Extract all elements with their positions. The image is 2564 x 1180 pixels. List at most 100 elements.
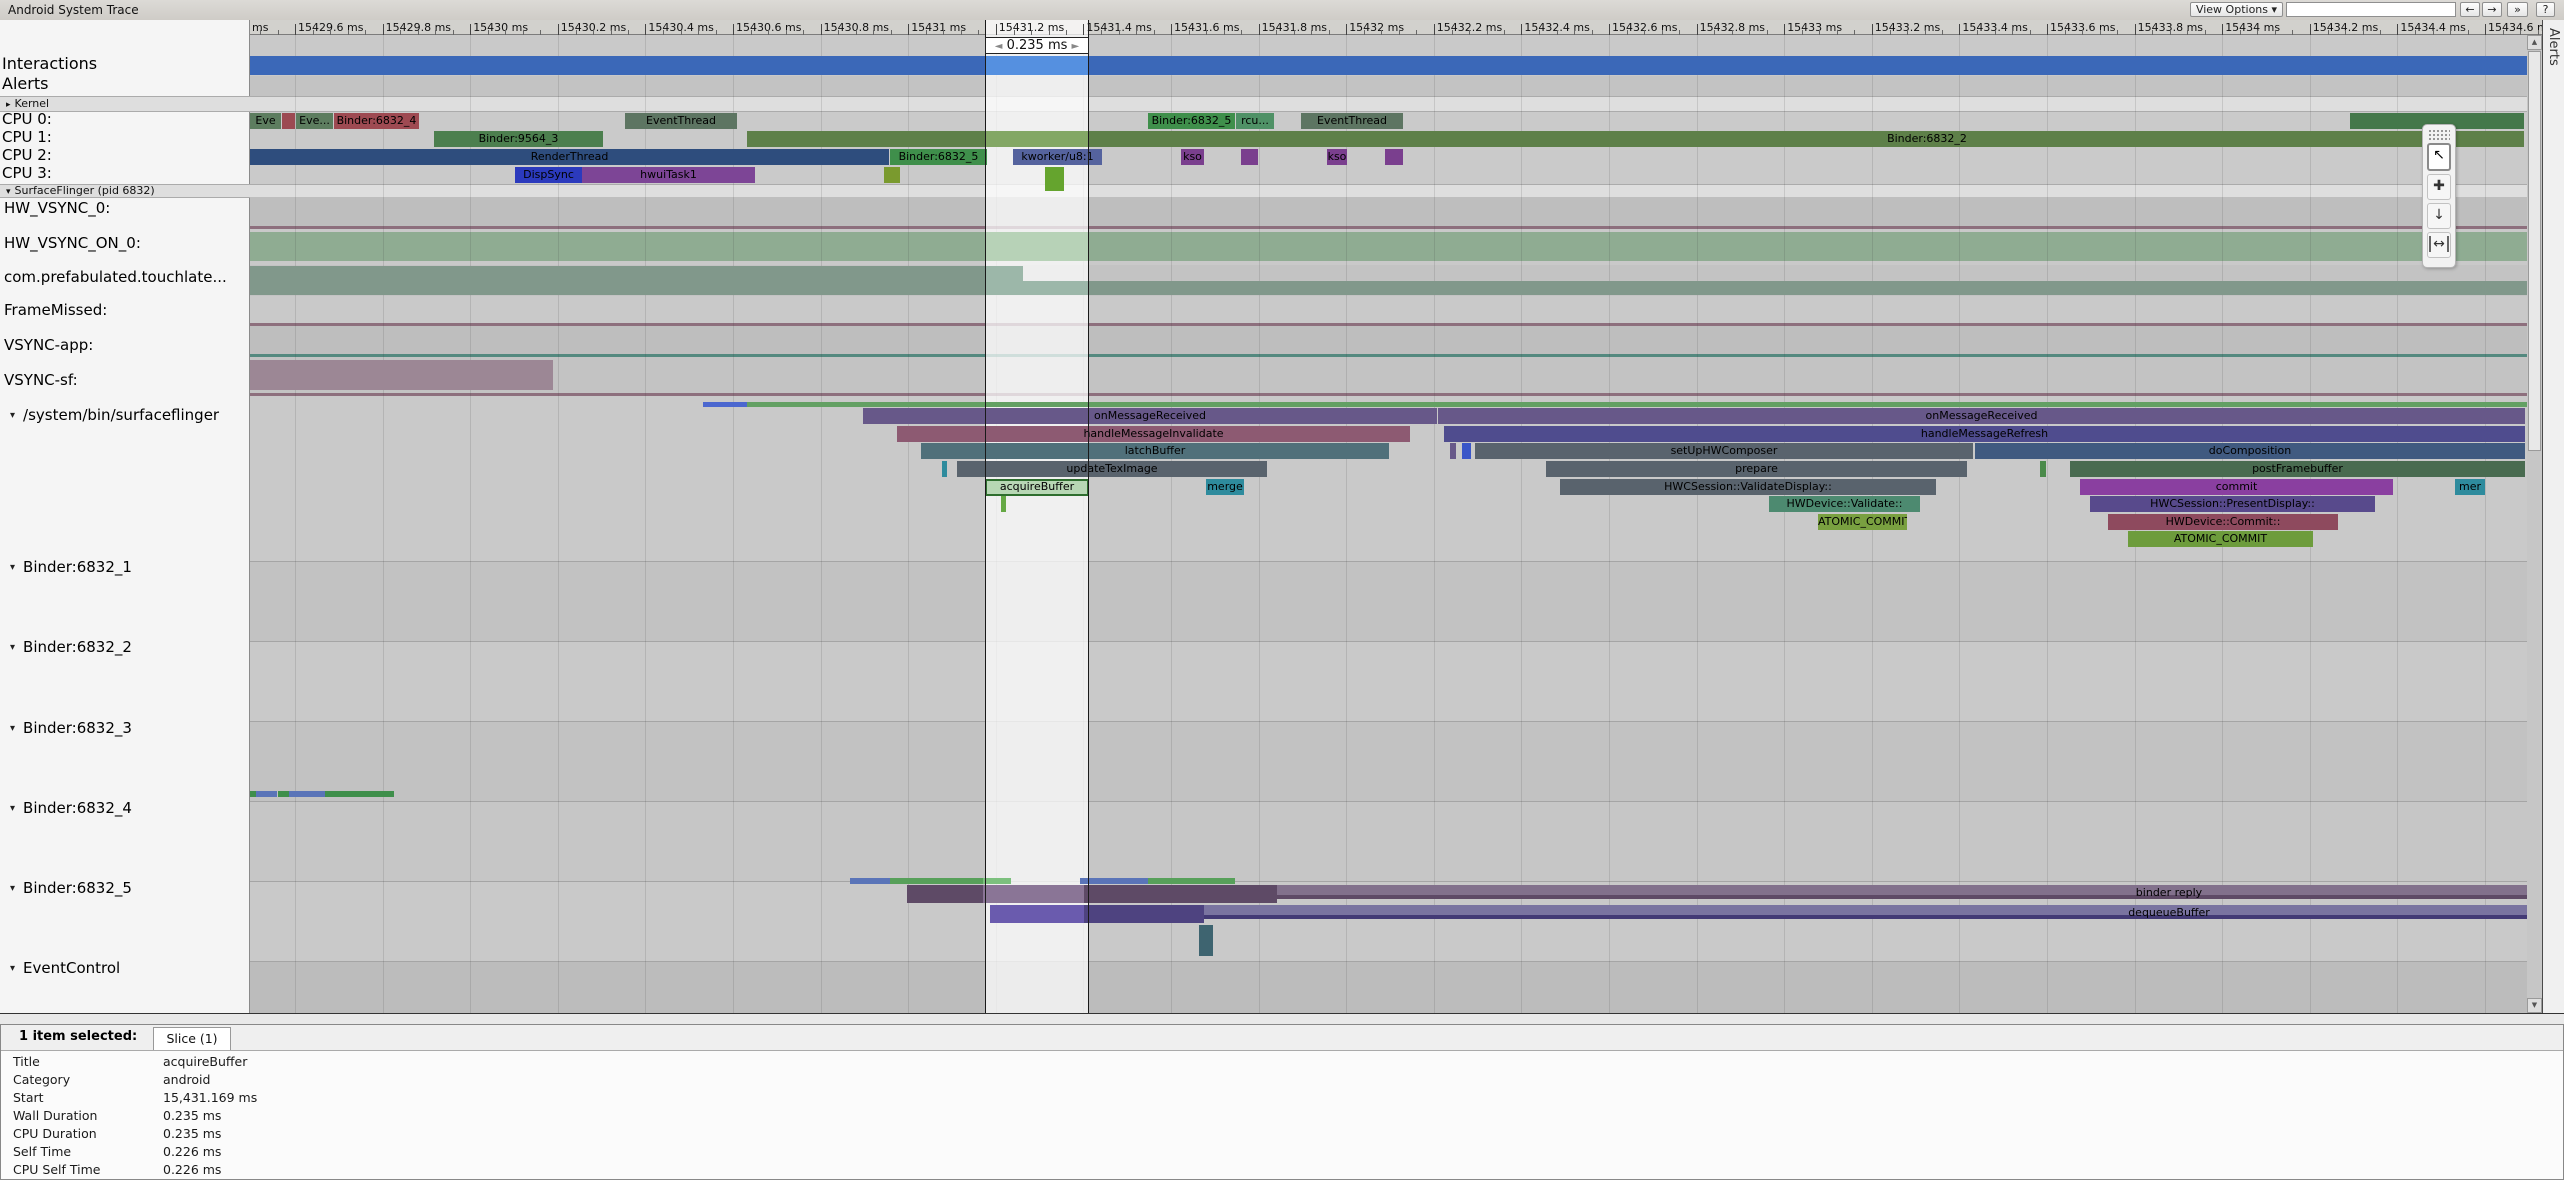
trace-slice[interactable]: doComposition <box>1975 443 2525 459</box>
sidebar-label-binder-6832-4[interactable]: ▾Binder:6832_4 <box>10 799 132 817</box>
sidebar-header-surfaceflinger-pid-6832-[interactable]: ▾SurfaceFlinger (pid 6832) <box>6 184 155 197</box>
palette-drag-handle[interactable] <box>2428 129 2450 140</box>
alerts-panel-label: Alerts <box>2546 28 2561 66</box>
trace-slice-unlabeled[interactable] <box>1088 281 2542 295</box>
alerts-side-panel[interactable]: Alerts <box>2542 20 2564 1013</box>
trace-slice-unlabeled[interactable] <box>1450 443 1456 459</box>
sidebar-label-binder-6832-1[interactable]: ▾Binder:6832_1 <box>10 558 132 576</box>
trace-slice[interactable]: onMessageReceived <box>863 408 1437 424</box>
trace-slice-unlabeled[interactable] <box>890 878 983 884</box>
trace-slice[interactable]: handleMessageRefresh <box>1444 426 2525 442</box>
trace-slice[interactable]: HWCSession::PresentDisplay:: <box>2090 496 2375 512</box>
trace-slice-unlabeled[interactable] <box>1241 149 1258 165</box>
trace-slice-unlabeled[interactable] <box>985 232 1088 261</box>
trace-slice-unlabeled[interactable] <box>985 266 1023 295</box>
pan-tool-button[interactable]: ✚ <box>2427 174 2451 200</box>
trace-slice-unlabeled[interactable] <box>990 905 1084 923</box>
timing-tool-button[interactable]: ↔ <box>2427 232 2451 258</box>
scroll-up-button[interactable]: ▲ <box>2527 35 2542 50</box>
select-tool-button[interactable]: ↖ <box>2427 143 2451 171</box>
trace-slice[interactable]: Eve <box>250 113 281 129</box>
trace-slice-unlabeled[interactable] <box>1023 281 1088 295</box>
trace-slice[interactable]: ATOMIC_COMMIT <box>2128 531 2313 547</box>
trace-slice-unlabeled[interactable] <box>942 461 947 477</box>
sidebar-label--system-bin-surfaceflinger[interactable]: ▾/system/bin/surfaceflinger <box>10 406 219 424</box>
sidebar-label-binder-6832-3[interactable]: ▾Binder:6832_3 <box>10 719 132 737</box>
trace-slice[interactable]: HWDevice::Validate:: <box>1769 496 1920 512</box>
trace-slice[interactable]: Binder:6832_5 <box>890 149 987 165</box>
trace-slice-unlabeled[interactable] <box>325 791 394 797</box>
trace-slice-unlabeled[interactable] <box>1080 878 1148 884</box>
trace-slice[interactable]: postFramebuffer <box>2070 461 2525 477</box>
trace-slice-unlabeled[interactable] <box>256 791 277 797</box>
trace-slice[interactable]: EventThread <box>1301 113 1403 129</box>
trace-slice[interactable]: rcu... <box>1236 113 1274 129</box>
sidebar-label-eventcontrol[interactable]: ▾EventControl <box>10 959 120 977</box>
trace-slice[interactable]: prepare <box>1546 461 1967 477</box>
trace-slice[interactable]: ATOMIC_COMMIT <box>1818 514 1907 530</box>
trace-slice-unlabeled[interactable] <box>1088 131 2524 147</box>
trace-slice-unlabeled[interactable] <box>2040 461 2046 477</box>
trace-slice-unlabeled[interactable] <box>985 131 1088 147</box>
trace-slice-unlabeled[interactable] <box>983 885 1084 903</box>
trace-slice-unlabeled[interactable] <box>1084 905 1204 923</box>
trace-slice[interactable]: HWDevice::Commit:: <box>2108 514 2338 530</box>
sidebar-header-kernel[interactable]: ▸Kernel <box>6 97 49 110</box>
trace-slice-unlabeled[interactable] <box>907 885 983 903</box>
trace-slice[interactable]: mer <box>2455 479 2485 495</box>
trace-slice-unlabeled[interactable] <box>747 131 985 147</box>
trace-slice-unlabeled[interactable] <box>250 360 553 390</box>
trace-slice-unlabeled[interactable] <box>1084 885 1277 903</box>
trace-slice-unlabeled[interactable] <box>1204 905 2529 919</box>
scroll-down-button[interactable]: ▼ <box>2527 998 2542 1013</box>
zoom-tool-button[interactable]: ↓ <box>2427 203 2451 229</box>
sidebar-label-binder-6832-2[interactable]: ▾Binder:6832_2 <box>10 638 132 656</box>
trace-slice-unlabeled[interactable] <box>850 878 890 884</box>
trace-slice[interactable]: merge <box>1206 479 1244 495</box>
trace-slice-unlabeled[interactable] <box>1199 925 1213 956</box>
trace-slice[interactable]: Binder:6832_4 <box>334 113 419 129</box>
trace-slice[interactable]: HWCSession::ValidateDisplay:: <box>1560 479 1936 495</box>
trace-slice-unlabeled[interactable] <box>250 56 2542 75</box>
trace-slice-unlabeled[interactable] <box>289 791 325 797</box>
trace-slice[interactable]: Binder:9564_3 <box>434 131 603 147</box>
trace-slice-unlabeled[interactable] <box>1001 496 1006 512</box>
trace-slice-unlabeled[interactable] <box>278 791 289 797</box>
scrollbar-thumb[interactable] <box>2528 51 2541 451</box>
trace-slice-unlabeled[interactable] <box>884 167 900 183</box>
vertical-scrollbar[interactable]: ▲ ▼ <box>2527 35 2542 1013</box>
trace-slice[interactable]: handleMessageInvalidate <box>897 426 1410 442</box>
trace-slice-unlabeled[interactable] <box>1148 878 1235 884</box>
trace-slice[interactable]: kso <box>1327 149 1347 165</box>
trace-slice-unlabeled[interactable] <box>250 266 985 295</box>
trace-slice-unlabeled[interactable] <box>1462 443 1471 459</box>
trace-slice-unlabeled[interactable] <box>282 113 295 129</box>
trace-slice-unlabeled[interactable] <box>1277 885 2529 899</box>
trace-slice[interactable]: kso <box>1181 149 1204 165</box>
trace-slice[interactable]: setUpHWComposer <box>1475 443 1973 459</box>
selection-duration-marker[interactable]: ◄ 0.235 ms ► <box>985 37 1089 54</box>
trace-slice-unlabeled[interactable] <box>985 56 1088 75</box>
trace-slice[interactable]: DispSync <box>515 167 582 183</box>
trace-slice-unlabeled[interactable] <box>1045 167 1064 191</box>
trace-slice[interactable]: Eve... <box>296 113 333 129</box>
trace-slice[interactable]: Binder:6832_5 <box>1148 113 1235 129</box>
trace-slice-unlabeled[interactable] <box>1385 149 1403 165</box>
selection-line-left[interactable] <box>985 20 986 1013</box>
tab-slice[interactable]: Slice (1) <box>153 1027 231 1050</box>
trace-slice[interactable]: onMessageReceived <box>1438 408 2525 424</box>
trace-slice-unlabeled[interactable] <box>703 402 747 407</box>
trace-slice[interactable]: hwuiTask1 <box>582 167 755 183</box>
trace-slice-unlabeled[interactable] <box>747 402 2542 407</box>
trace-slice[interactable]: commit <box>2080 479 2393 495</box>
timeline-area[interactable]: ms15429.6 ms15429.8 ms15430 ms15430.2 ms… <box>250 0 2542 1013</box>
selection-line-right[interactable] <box>1088 20 1089 1013</box>
trace-slice[interactable]: acquireBuffer <box>985 479 1089 496</box>
trace-slice[interactable]: EventThread <box>625 113 737 129</box>
trace-slice[interactable]: latchBuffer <box>921 443 1389 459</box>
trace-slice[interactable]: updateTexImage <box>957 461 1267 477</box>
details-value: 0.235 ms <box>163 1124 701 1142</box>
trace-slice[interactable]: RenderThread <box>250 149 889 165</box>
sidebar-label-binder-6832-5[interactable]: ▾Binder:6832_5 <box>10 879 132 897</box>
trace-slice-unlabeled[interactable] <box>983 878 1011 884</box>
